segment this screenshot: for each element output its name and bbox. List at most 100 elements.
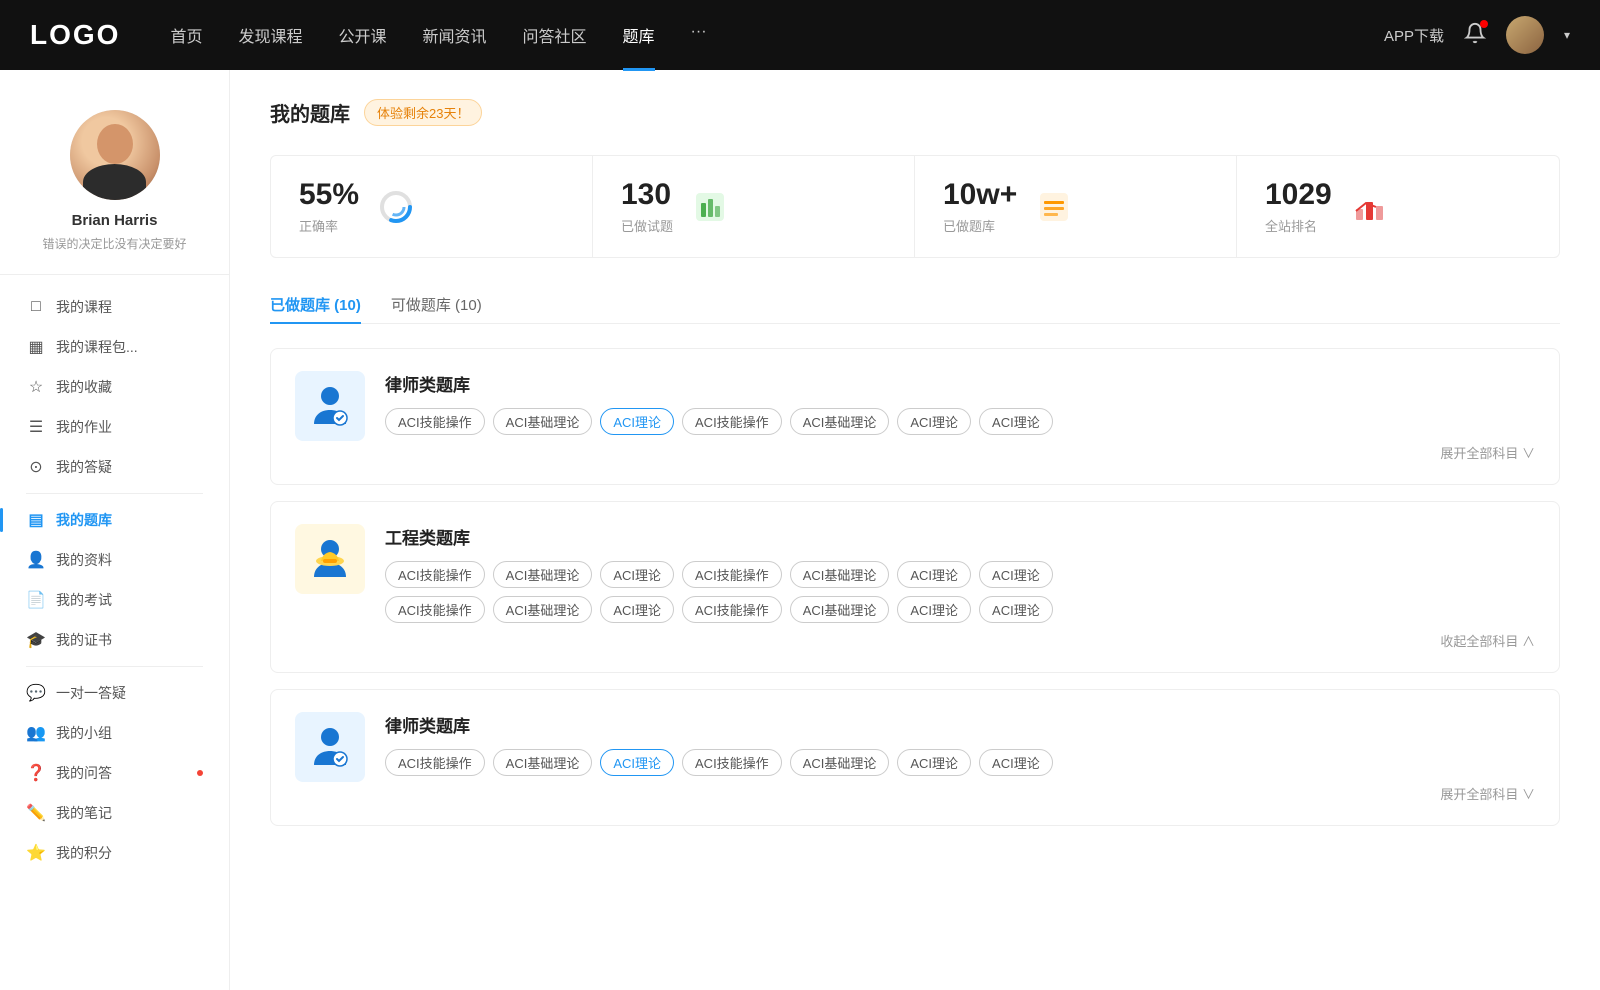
points-icon: ⭐ xyxy=(26,843,46,863)
qbank-tags-3: ACI技能操作 ACI基础理论 ACI理论 ACI技能操作 ACI基础理论 AC… xyxy=(385,749,1535,776)
sidebar-item-certificate[interactable]: 🎓 我的证书 xyxy=(10,620,219,660)
tag-active[interactable]: ACI理论 xyxy=(600,749,674,776)
tag[interactable]: ACI理论 xyxy=(897,561,971,588)
sidebar-item-label: 我的证书 xyxy=(56,630,112,650)
star-icon: ☆ xyxy=(26,377,46,397)
sidebar-item-questions[interactable]: ❓ 我的问答 xyxy=(10,753,219,793)
stat-accuracy: 55% 正确率 xyxy=(271,156,593,257)
exam-icon: 📄 xyxy=(26,590,46,610)
tag[interactable]: ACI基础理论 xyxy=(790,749,890,776)
avatar-chevron-icon[interactable]: ▾ xyxy=(1564,28,1570,42)
trial-badge: 体验剩余23天！ xyxy=(364,99,482,126)
questions-icon: ❓ xyxy=(26,763,46,783)
sidebar-item-group[interactable]: 👥 我的小组 xyxy=(10,713,219,753)
questions-dot xyxy=(197,770,203,776)
sidebar-motto: 错误的决定比没有决定要好 xyxy=(42,235,186,252)
sidebar-item-my-course[interactable]: □ 我的课程 xyxy=(10,287,219,327)
stat-questions-value: 130 xyxy=(621,178,673,212)
qbank-tags-2-row1: ACI技能操作 ACI基础理论 ACI理论 ACI技能操作 ACI基础理论 AC… xyxy=(385,561,1535,588)
sidebar-item-qa[interactable]: ⊙ 我的答疑 xyxy=(10,447,219,487)
avatar[interactable] xyxy=(1506,16,1544,54)
stat-accuracy-label: 正确率 xyxy=(299,216,359,235)
tag[interactable]: ACI理论 xyxy=(979,596,1053,623)
nav-qa[interactable]: 问答社区 xyxy=(523,23,587,47)
group-icon: 👥 xyxy=(26,723,46,743)
sidebar-item-course-package[interactable]: ▦ 我的课程包... xyxy=(10,327,219,367)
tag[interactable]: ACI理论 xyxy=(897,408,971,435)
tag[interactable]: ACI技能操作 xyxy=(682,561,782,588)
tag[interactable]: ACI理论 xyxy=(897,749,971,776)
sidebar-item-question-bank[interactable]: ▤ 我的题库 xyxy=(10,500,219,540)
tag[interactable]: ACI技能操作 xyxy=(385,749,485,776)
nav-question-bank[interactable]: 题库 xyxy=(623,23,655,47)
tag[interactable]: ACI基础理论 xyxy=(493,596,593,623)
sidebar-username: Brian Harris xyxy=(72,212,158,229)
tag[interactable]: ACI理论 xyxy=(979,408,1053,435)
sidebar-item-tutoring[interactable]: 💬 一对一答疑 xyxy=(10,673,219,713)
stat-rank-value: 1029 xyxy=(1265,178,1332,212)
nav-home[interactable]: 首页 xyxy=(170,23,202,47)
tag[interactable]: ACI技能操作 xyxy=(385,596,485,623)
sidebar-profile: Brian Harris 错误的决定比没有决定要好 xyxy=(0,90,229,262)
avatar-image xyxy=(1506,16,1544,54)
tag[interactable]: ACI技能操作 xyxy=(682,596,782,623)
main-content: 我的题库 体验剩余23天！ 55% 正确率 xyxy=(230,70,1600,990)
qa-icon: ⊙ xyxy=(26,457,46,477)
tag[interactable]: ACI理论 xyxy=(600,561,674,588)
navbar-right: APP下载 ▾ xyxy=(1384,16,1570,54)
tab-bar: 已做题库 (10) 可做题库 (10) xyxy=(270,286,1560,324)
page-container: Brian Harris 错误的决定比没有决定要好 □ 我的课程 ▦ 我的课程包… xyxy=(0,70,1600,990)
tag[interactable]: ACI基础理论 xyxy=(790,561,890,588)
expand-link-2[interactable]: 收起全部科目 ∧ xyxy=(385,631,1535,650)
tag[interactable]: ACI技能操作 xyxy=(385,408,485,435)
app-download-button[interactable]: APP下载 xyxy=(1384,25,1444,46)
engineer-icon xyxy=(306,535,354,583)
sidebar-item-label: 我的考试 xyxy=(56,590,112,610)
sidebar-avatar xyxy=(70,110,160,200)
stat-questions-label: 已做试题 xyxy=(621,216,673,235)
tag[interactable]: ACI理论 xyxy=(979,749,1053,776)
expand-link-1[interactable]: 展开全部科目 ∨ xyxy=(385,443,1535,462)
page-title: 我的题库 xyxy=(270,98,350,127)
sidebar-item-label: 我的题库 xyxy=(56,510,112,530)
tag[interactable]: ACI基础理论 xyxy=(790,408,890,435)
nav-discover[interactable]: 发现课程 xyxy=(238,23,302,47)
tab-available[interactable]: 可做题库 (10) xyxy=(391,286,482,323)
qbank-tags-2-row2: ACI技能操作 ACI基础理论 ACI理论 ACI技能操作 ACI基础理论 AC… xyxy=(385,596,1535,623)
lawyer-icon-2 xyxy=(306,723,354,771)
sidebar-item-exam[interactable]: 📄 我的考试 xyxy=(10,580,219,620)
notification-bell[interactable] xyxy=(1464,22,1486,48)
tag[interactable]: ACI技能操作 xyxy=(385,561,485,588)
tag[interactable]: ACI基础理论 xyxy=(493,749,593,776)
sidebar-item-label: 我的积分 xyxy=(56,843,112,863)
tag[interactable]: ACI理论 xyxy=(897,596,971,623)
nav-more[interactable]: ··· xyxy=(691,23,707,47)
sidebar-item-label: 我的答疑 xyxy=(56,457,112,477)
sidebar-divider-3 xyxy=(26,666,203,667)
sidebar-nav: □ 我的课程 ▦ 我的课程包... ☆ 我的收藏 ☰ 我的作业 ⊙ 我的答疑 ▤ xyxy=(0,287,229,873)
sidebar-item-label: 我的作业 xyxy=(56,417,112,437)
sidebar-item-notes[interactable]: ✏️ 我的笔记 xyxy=(10,793,219,833)
stat-questions-text: 130 已做试题 xyxy=(621,178,673,235)
expand-link-3[interactable]: 展开全部科目 ∨ xyxy=(385,784,1535,803)
sidebar-item-profile[interactable]: 👤 我的资料 xyxy=(10,540,219,580)
qbank-card-2: 工程类题库 ACI技能操作 ACI基础理论 ACI理论 ACI技能操作 ACI基… xyxy=(270,501,1560,673)
tag[interactable]: ACI理论 xyxy=(979,561,1053,588)
tag[interactable]: ACI技能操作 xyxy=(682,749,782,776)
navbar: LOGO 首页 发现课程 公开课 新闻资讯 问答社区 题库 ··· APP下载 … xyxy=(0,0,1600,70)
tag[interactable]: ACI基础理论 xyxy=(493,561,593,588)
tag[interactable]: ACI技能操作 xyxy=(682,408,782,435)
sidebar-item-points[interactable]: ⭐ 我的积分 xyxy=(10,833,219,873)
tag-active[interactable]: ACI理论 xyxy=(600,408,674,435)
nav-open-course[interactable]: 公开课 xyxy=(338,23,386,47)
rank-chart-icon xyxy=(1348,186,1390,228)
logo[interactable]: LOGO xyxy=(30,19,120,51)
sidebar-item-homework[interactable]: ☰ 我的作业 xyxy=(10,407,219,447)
nav-news[interactable]: 新闻资讯 xyxy=(423,23,487,47)
tag[interactable]: ACI基础理论 xyxy=(790,596,890,623)
main-inner: 我的题库 体验剩余23天！ 55% 正确率 xyxy=(230,70,1600,870)
sidebar-item-favorites[interactable]: ☆ 我的收藏 xyxy=(10,367,219,407)
tag[interactable]: ACI理论 xyxy=(600,596,674,623)
tag[interactable]: ACI基础理论 xyxy=(493,408,593,435)
tab-done[interactable]: 已做题库 (10) xyxy=(270,286,361,323)
